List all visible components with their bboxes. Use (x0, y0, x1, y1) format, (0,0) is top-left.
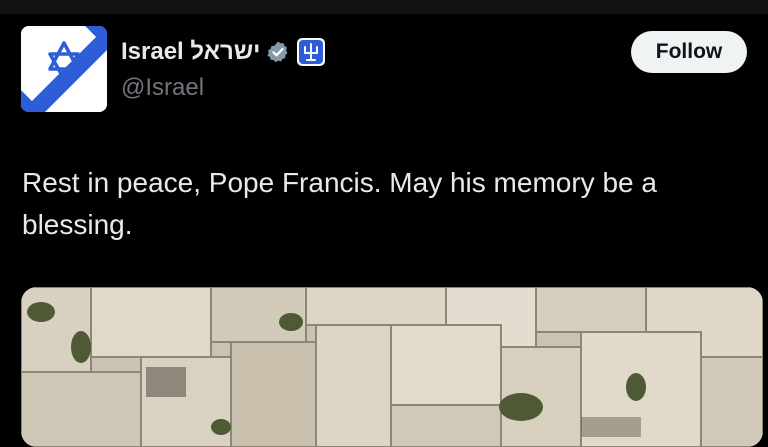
tweet-media-image[interactable] (21, 287, 763, 447)
stone-wall-photo (21, 287, 763, 447)
verified-badge-icon (267, 41, 288, 63)
government-emblem-icon (297, 38, 326, 66)
account-handle[interactable]: @Israel (121, 74, 204, 102)
tweet-text: Rest in peace, Pope Francis. May his mem… (22, 167, 657, 240)
account-name-row[interactable]: Israel ישראל (121, 36, 326, 68)
account-avatar[interactable] (21, 26, 107, 112)
follow-button[interactable]: Follow (631, 31, 747, 73)
israel-flag-icon (21, 26, 107, 112)
display-name[interactable]: Israel ישראל (121, 38, 260, 66)
top-bar (0, 0, 768, 14)
